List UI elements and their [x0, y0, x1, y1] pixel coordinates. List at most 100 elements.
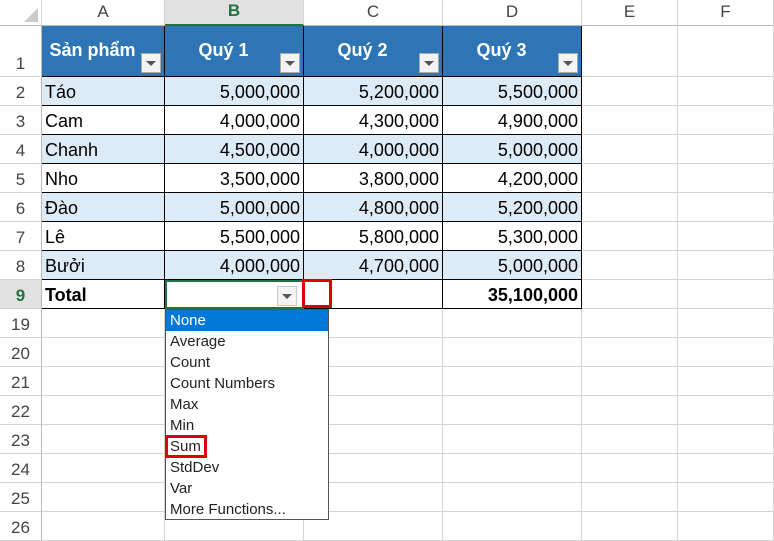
empty-cell[interactable] — [582, 280, 678, 309]
empty-cell[interactable] — [582, 309, 678, 338]
empty-cell[interactable] — [42, 483, 165, 512]
empty-cell[interactable] — [582, 251, 678, 280]
value-cell[interactable]: 4,000,000 — [165, 251, 304, 280]
empty-cell[interactable] — [582, 396, 678, 425]
empty-cell[interactable] — [582, 135, 678, 164]
total-dropdown-button[interactable] — [277, 286, 297, 306]
value-cell[interactable]: 5,000,000 — [165, 77, 304, 106]
empty-cell[interactable] — [443, 425, 582, 454]
empty-cell[interactable] — [42, 512, 165, 541]
column-header-B[interactable]: B — [165, 0, 304, 26]
filter-dropdown-button[interactable] — [141, 53, 161, 73]
dropdown-option-count-numbers[interactable]: Count Numbers — [166, 373, 328, 394]
empty-cell[interactable] — [443, 512, 582, 541]
empty-cell[interactable] — [443, 483, 582, 512]
value-cell[interactable]: 5,000,000 — [443, 251, 582, 280]
row-header-20[interactable]: 20 — [0, 338, 42, 367]
empty-cell[interactable] — [582, 26, 678, 77]
empty-cell[interactable] — [42, 338, 165, 367]
row-header-9[interactable]: 9 — [0, 280, 42, 309]
row-header-8[interactable]: 8 — [0, 251, 42, 280]
empty-cell[interactable] — [678, 512, 774, 541]
empty-cell[interactable] — [582, 106, 678, 135]
empty-cell[interactable] — [678, 367, 774, 396]
empty-cell[interactable] — [678, 193, 774, 222]
filter-dropdown-button[interactable] — [419, 53, 439, 73]
row-header-3[interactable]: 3 — [0, 106, 42, 135]
row-header-26[interactable]: 26 — [0, 512, 42, 541]
empty-cell[interactable] — [678, 77, 774, 106]
table-header-cell[interactable]: Quý 2 — [304, 26, 443, 77]
empty-cell[interactable] — [443, 367, 582, 396]
empty-cell[interactable] — [678, 454, 774, 483]
total-label-cell[interactable]: Total — [42, 280, 165, 309]
value-cell[interactable]: 5,500,000 — [165, 222, 304, 251]
value-cell[interactable]: 3,500,000 — [165, 164, 304, 193]
dropdown-option-more-functions[interactable]: More Functions... — [166, 499, 328, 520]
empty-cell[interactable] — [443, 309, 582, 338]
empty-cell[interactable] — [582, 483, 678, 512]
row-header-5[interactable]: 5 — [0, 164, 42, 193]
column-header-F[interactable]: F — [678, 0, 774, 26]
empty-cell[interactable] — [42, 309, 165, 338]
value-cell[interactable]: 4,900,000 — [443, 106, 582, 135]
filter-dropdown-button[interactable] — [280, 53, 300, 73]
column-header-E[interactable]: E — [582, 0, 678, 26]
value-cell[interactable]: 4,000,000 — [165, 106, 304, 135]
dropdown-option-min[interactable]: Min — [166, 415, 328, 436]
value-cell[interactable]: 5,300,000 — [443, 222, 582, 251]
total-function-dropdown[interactable]: None Average Count Count Numbers Max Min Sum St… — [165, 309, 329, 520]
table-header-cell[interactable]: Quý 1 — [165, 26, 304, 77]
value-cell[interactable]: 4,000,000 — [304, 135, 443, 164]
empty-cell[interactable] — [582, 338, 678, 367]
value-cell[interactable]: 4,700,000 — [304, 251, 443, 280]
empty-cell[interactable] — [582, 222, 678, 251]
value-cell[interactable]: 4,800,000 — [304, 193, 443, 222]
value-cell[interactable]: 5,000,000 — [165, 193, 304, 222]
product-cell[interactable]: Nho — [42, 164, 165, 193]
column-header-A[interactable]: A — [42, 0, 165, 26]
row-header-24[interactable]: 24 — [0, 454, 42, 483]
empty-cell[interactable] — [582, 425, 678, 454]
total-cell-quy1[interactable] — [165, 280, 304, 309]
select-all-corner[interactable] — [0, 0, 42, 26]
dropdown-option-var[interactable]: Var — [166, 478, 328, 499]
row-header-7[interactable]: 7 — [0, 222, 42, 251]
empty-cell[interactable] — [678, 483, 774, 512]
filter-dropdown-button[interactable] — [558, 53, 578, 73]
empty-cell[interactable] — [678, 106, 774, 135]
empty-cell[interactable] — [443, 454, 582, 483]
empty-cell[interactable] — [443, 396, 582, 425]
dropdown-option-stddev[interactable]: StdDev — [166, 457, 328, 478]
value-cell[interactable]: 4,500,000 — [165, 135, 304, 164]
value-cell[interactable]: 5,200,000 — [304, 77, 443, 106]
empty-cell[interactable] — [678, 338, 774, 367]
value-cell[interactable]: 5,000,000 — [443, 135, 582, 164]
empty-cell[interactable] — [582, 454, 678, 483]
product-cell[interactable]: Đào — [42, 193, 165, 222]
empty-cell[interactable] — [678, 309, 774, 338]
row-header-25[interactable]: 25 — [0, 483, 42, 512]
value-cell[interactable]: 4,300,000 — [304, 106, 443, 135]
value-cell[interactable]: 5,200,000 — [443, 193, 582, 222]
product-cell[interactable]: Chanh — [42, 135, 165, 164]
value-cell[interactable]: 5,800,000 — [304, 222, 443, 251]
value-cell[interactable]: 3,800,000 — [304, 164, 443, 193]
product-cell[interactable]: Táo — [42, 77, 165, 106]
column-header-D[interactable]: D — [443, 0, 582, 26]
row-header-21[interactable]: 21 — [0, 367, 42, 396]
empty-cell[interactable] — [678, 135, 774, 164]
empty-cell[interactable] — [678, 396, 774, 425]
dropdown-option-average[interactable]: Average — [166, 331, 328, 352]
empty-cell[interactable] — [582, 512, 678, 541]
empty-cell[interactable] — [678, 26, 774, 77]
row-header-19[interactable]: 19 — [0, 309, 42, 338]
table-header-cell[interactable]: Sản phẩm — [42, 26, 165, 77]
value-cell[interactable]: 5,500,000 — [443, 77, 582, 106]
column-header-C[interactable]: C — [304, 0, 443, 26]
empty-cell[interactable] — [582, 193, 678, 222]
value-cell[interactable]: 4,200,000 — [443, 164, 582, 193]
row-header-4[interactable]: 4 — [0, 135, 42, 164]
product-cell[interactable]: Lê — [42, 222, 165, 251]
empty-cell[interactable] — [443, 338, 582, 367]
